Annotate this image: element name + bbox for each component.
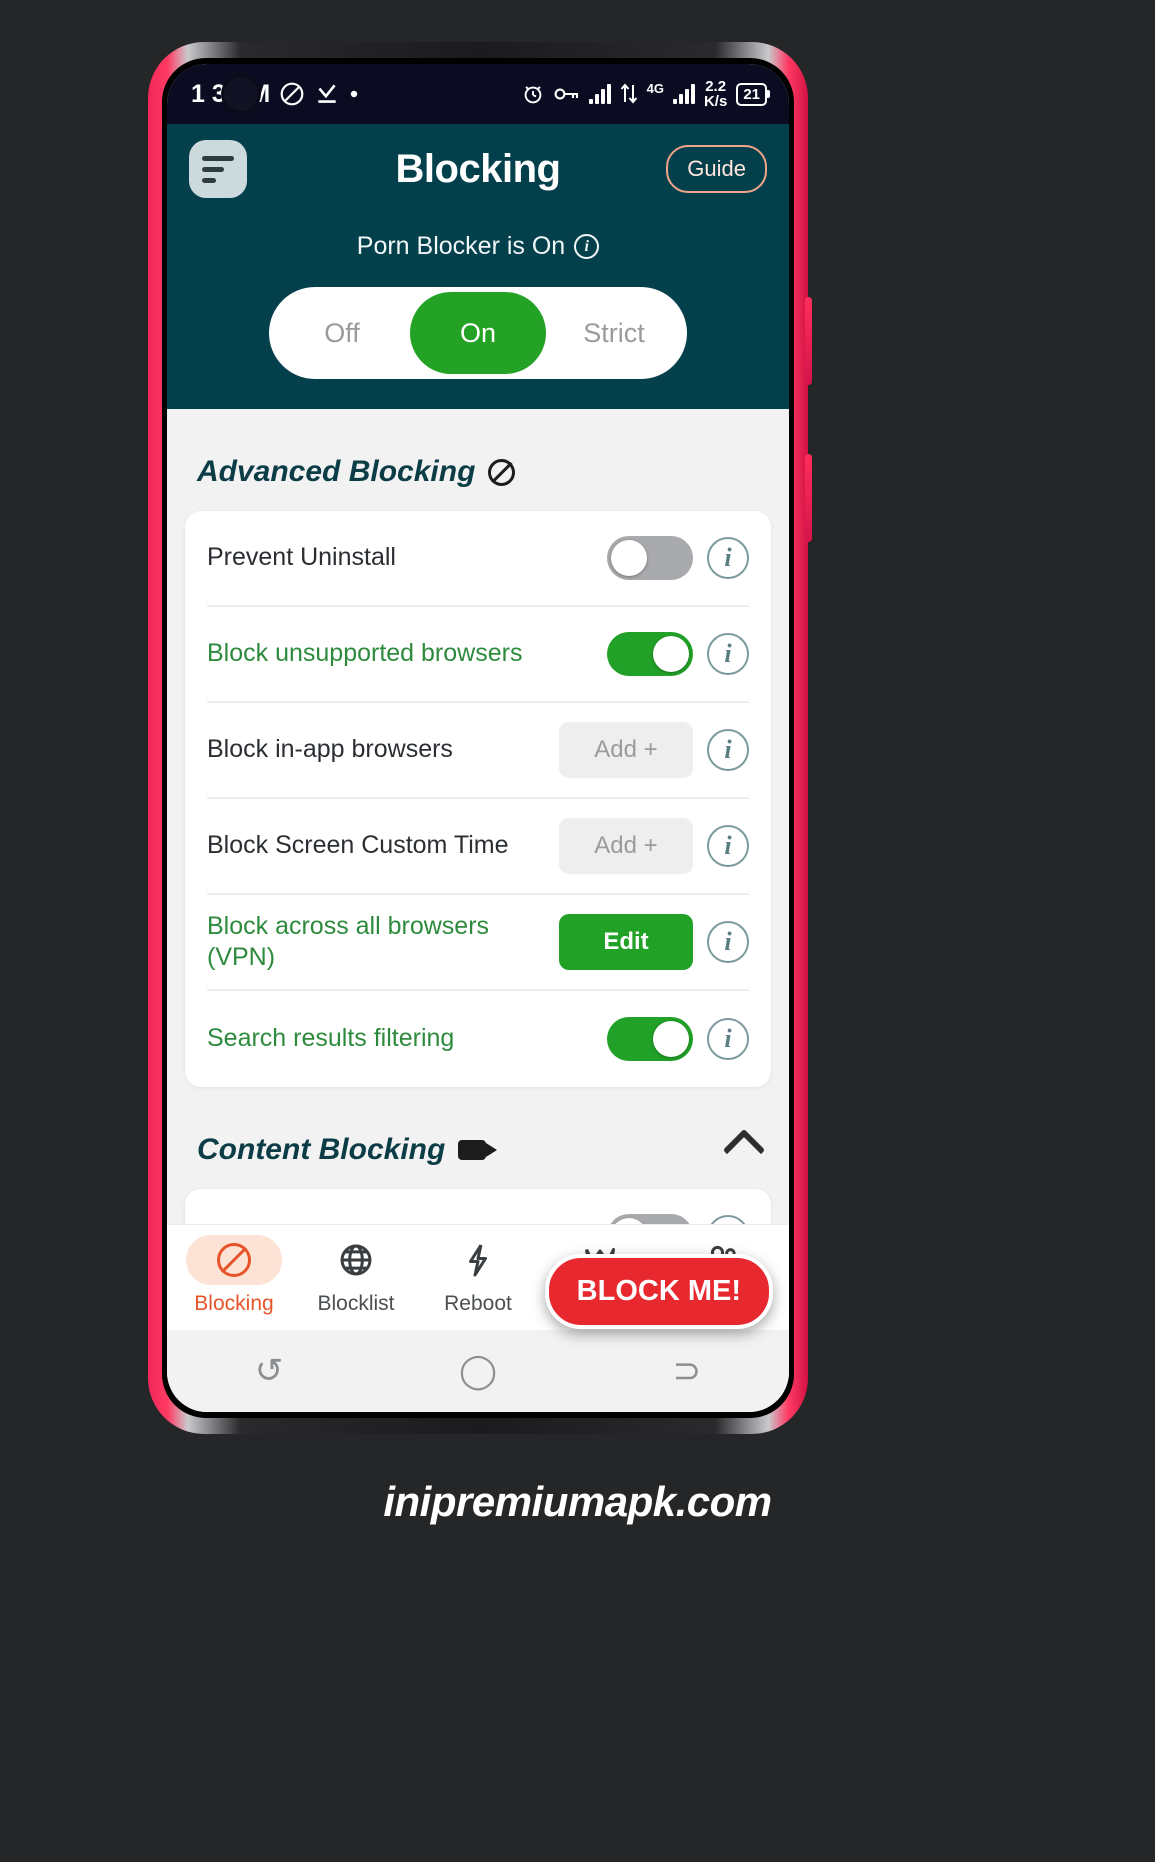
chevron-up-icon[interactable]	[722, 1128, 766, 1172]
camera-cutout	[224, 77, 258, 111]
back-icon[interactable]: ⊃	[673, 1351, 702, 1391]
net-speed-unit: K/s	[703, 93, 728, 110]
status-bar: 1 3 PM	[167, 64, 789, 124]
home-icon[interactable]: ◯	[459, 1351, 497, 1391]
header-row: Blocking Guide	[189, 140, 767, 198]
system-navigation-bar: ↺ ◯ ⊃	[167, 1330, 789, 1412]
advanced-blocking-card: Prevent Uninstall i Block unsupported br…	[185, 511, 771, 1087]
edit-vpn-button[interactable]: Edit	[559, 914, 693, 970]
search-results-filtering-toggle[interactable]	[607, 1017, 693, 1061]
nav-item-blocking[interactable]: Blocking	[173, 1235, 295, 1316]
power-button[interactable]	[805, 454, 812, 542]
info-icon[interactable]: i	[707, 537, 749, 579]
network-type-label: 4G	[646, 80, 664, 96]
setting-row[interactable]: Block in-app browsers Add + i	[207, 703, 749, 799]
nav-label: Reboot	[444, 1292, 512, 1315]
signal-bars-icon-2	[672, 84, 695, 104]
info-icon[interactable]: i	[707, 1215, 749, 1224]
setting-label: Prevent Uninstall	[207, 543, 396, 572]
content-blocking-card: Block online shopping apps i Block YouTu…	[185, 1189, 771, 1224]
globe-icon	[340, 1244, 372, 1276]
setting-label: Block in-app browsers	[207, 735, 453, 764]
setting-row[interactable]: Block online shopping apps i	[207, 1189, 749, 1224]
status-bar-left: 1 3 PM	[191, 80, 359, 109]
advanced-blocking-label: Advanced Blocking	[197, 455, 476, 488]
volume-button[interactable]	[805, 297, 812, 385]
mode-option-on[interactable]: On	[410, 292, 546, 374]
info-icon[interactable]: i	[707, 729, 749, 771]
net-speed-value: 2.2	[705, 78, 727, 95]
phone-frame: 1 3 PM	[148, 42, 812, 1434]
nav-label: Blocklist	[317, 1292, 395, 1315]
nav-label: Blocking	[194, 1292, 274, 1315]
blocker-status-label: Porn Blocker is On	[356, 232, 566, 260]
block-me-button[interactable]: BLOCK ME!	[544, 1254, 773, 1329]
info-icon[interactable]: i	[707, 633, 749, 675]
video-camera-icon	[458, 1140, 498, 1160]
recents-icon[interactable]: ↺	[255, 1351, 284, 1391]
nav-item-blocklist[interactable]: Blocklist	[295, 1235, 417, 1316]
setting-label: Block across all browsers (VPN)	[207, 911, 490, 971]
blocker-status: Porn Blocker is On i	[189, 232, 767, 261]
hamburger-menu-icon[interactable]	[189, 140, 247, 198]
status-bar-right: 4G 2.2 K/s 21	[521, 79, 767, 109]
vpn-key-icon	[554, 85, 580, 103]
guide-button[interactable]: Guide	[666, 145, 767, 193]
setting-label: Block unsupported browsers	[207, 639, 523, 668]
add-in-app-browsers-button[interactable]: Add +	[559, 722, 693, 778]
setting-row[interactable]: Prevent Uninstall i	[207, 511, 749, 607]
setting-row[interactable]: Search results filtering i	[207, 991, 749, 1087]
net-speed-indicator: 2.2 K/s	[704, 79, 727, 109]
phone-bezel: 1 3 PM	[162, 58, 794, 1418]
ban-icon	[488, 458, 516, 486]
advanced-blocking-heading: Advanced Blocking	[185, 409, 771, 511]
block-shopping-apps-toggle[interactable]	[607, 1214, 693, 1224]
phone-screen: 1 3 PM	[167, 64, 789, 1412]
prevent-uninstall-toggle[interactable]	[607, 536, 693, 580]
watermark: inipremiumapk.com	[383, 1478, 772, 1525]
download-complete-icon	[314, 81, 340, 107]
setting-row[interactable]: Block across all browsers (VPN) Edit i	[207, 895, 749, 991]
app-header: Blocking Guide Porn Blocker is On i Off …	[167, 124, 789, 409]
settings-scroll-area[interactable]: Advanced Blocking Prevent Uninstall i Bl…	[167, 409, 789, 1224]
setting-label: Search results filtering	[207, 1024, 455, 1053]
alarm-icon	[521, 82, 545, 106]
content-blocking-label: Content Blocking	[197, 1133, 446, 1166]
signal-bars-icon	[588, 84, 611, 104]
setting-label: Block Screen Custom Time	[207, 831, 509, 860]
info-icon[interactable]: i	[707, 921, 749, 963]
setting-row[interactable]: Block unsupported browsers i	[207, 607, 749, 703]
content-blocking-heading: Content Blocking	[185, 1087, 771, 1189]
info-icon[interactable]: i	[707, 1018, 749, 1060]
data-transfer-icon	[620, 83, 638, 105]
info-icon[interactable]: i	[707, 825, 749, 867]
bolt-icon	[469, 1244, 487, 1277]
ban-icon	[217, 1243, 251, 1277]
block-unsupported-browsers-toggle[interactable]	[607, 632, 693, 676]
dot-icon	[349, 89, 359, 99]
battery-indicator: 21	[736, 82, 767, 106]
setting-row[interactable]: Block Screen Custom Time Add + i	[207, 799, 749, 895]
info-icon[interactable]: i	[574, 234, 600, 259]
mode-switch[interactable]: Off On Strict	[269, 287, 687, 379]
nav-item-reboot[interactable]: Reboot	[417, 1235, 539, 1316]
add-custom-time-button[interactable]: Add +	[559, 818, 693, 874]
block-icon	[279, 81, 305, 107]
mode-option-strict[interactable]: Strict	[546, 292, 682, 374]
mode-option-off[interactable]: Off	[274, 292, 410, 374]
